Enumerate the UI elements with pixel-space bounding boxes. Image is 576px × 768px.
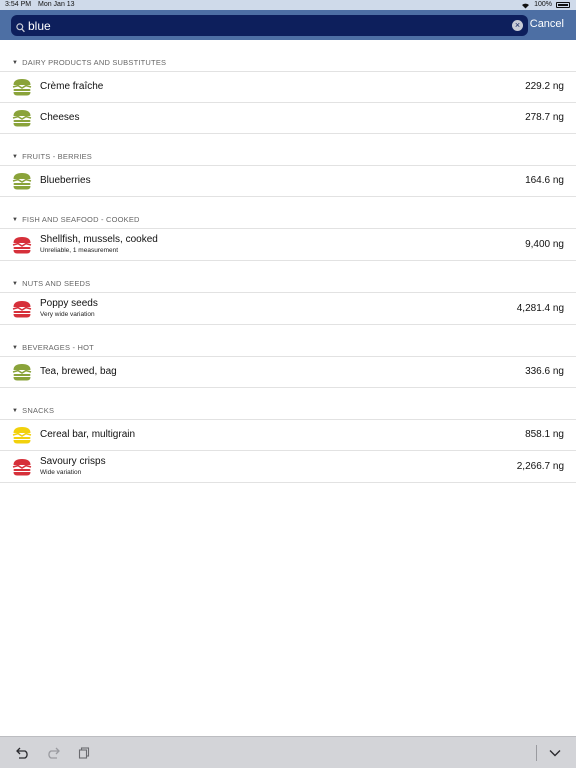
clear-search-icon[interactable]: × bbox=[512, 20, 523, 31]
food-row[interactable]: Cereal bar, multigrain 858.1 ng bbox=[0, 420, 576, 451]
food-name: Blueberries bbox=[40, 175, 91, 186]
cancel-button[interactable]: Cancel bbox=[530, 18, 564, 30]
toolbar-separator bbox=[536, 745, 537, 761]
disclosure-triangle-icon: ▼ bbox=[12, 280, 19, 287]
section-header[interactable]: ▼ SNACKS bbox=[0, 402, 576, 420]
food-name: Shellfish, mussels, cooked bbox=[40, 234, 158, 245]
food-note: Unreliable, 1 measurement bbox=[40, 247, 119, 254]
food-value: 9,400 ng bbox=[525, 238, 564, 250]
food-note: Wide variation bbox=[40, 469, 82, 476]
search-input[interactable] bbox=[28, 15, 508, 36]
section-title: FRUITS - BERRIES bbox=[22, 152, 93, 161]
wifi-icon bbox=[521, 2, 530, 9]
food-name: Savoury crisps bbox=[40, 456, 106, 467]
food-value: 4,281.4 ng bbox=[516, 302, 564, 314]
section-title: BEVERAGES - HOT bbox=[22, 343, 94, 352]
food-value: 278.7 ng bbox=[525, 112, 564, 123]
disclosure-triangle-icon: ▼ bbox=[12, 216, 19, 223]
food-value: 858.1 ng bbox=[525, 429, 564, 440]
search-navbar: × Cancel bbox=[0, 10, 576, 40]
food-name: Tea, brewed, bag bbox=[40, 366, 117, 377]
food-name: Crème fraîche bbox=[40, 81, 104, 92]
section-title: SNACKS bbox=[22, 406, 55, 415]
burger-green-icon bbox=[12, 362, 32, 382]
food-row[interactable]: Poppy seeds Very wide variation 4,281.4 ng bbox=[0, 293, 576, 325]
food-value: 336.6 ng bbox=[525, 366, 564, 377]
section-title: DAIRY PRODUCTS AND SUBSTITUTES bbox=[22, 58, 167, 67]
food-name: Cereal bar, multigrain bbox=[40, 429, 136, 440]
burger-red-icon bbox=[12, 299, 32, 319]
undo-icon[interactable] bbox=[16, 746, 30, 760]
burger-red-icon bbox=[12, 235, 32, 255]
search-icon bbox=[16, 20, 25, 38]
burger-green-icon bbox=[12, 171, 32, 191]
section-header[interactable]: ▼ BEVERAGES - HOT bbox=[0, 339, 576, 357]
status-bar: 3:54 PM Mon Jan 13 100% bbox=[0, 0, 576, 10]
battery-percent: 100% bbox=[534, 1, 552, 8]
food-row[interactable]: Crème fraîche 229.2 ng bbox=[0, 72, 576, 103]
food-row[interactable]: Cheeses 278.7 ng bbox=[0, 103, 576, 134]
disclosure-triangle-icon: ▼ bbox=[12, 344, 19, 351]
food-row[interactable]: Savoury crisps Wide variation 2,266.7 ng bbox=[0, 451, 576, 483]
food-value: 164.6 ng bbox=[525, 175, 564, 186]
burger-green-icon bbox=[12, 77, 32, 97]
food-row[interactable]: Tea, brewed, bag 336.6 ng bbox=[0, 357, 576, 388]
status-right: 100% bbox=[521, 0, 570, 10]
burger-green-icon bbox=[12, 108, 32, 128]
burger-yellow-icon bbox=[12, 425, 32, 445]
section-title: FISH AND SEAFOOD - COOKED bbox=[22, 215, 140, 224]
search-bar[interactable]: × bbox=[11, 15, 528, 36]
chevron-down-icon[interactable] bbox=[548, 746, 562, 760]
food-value: 229.2 ng bbox=[525, 81, 564, 92]
section-header[interactable]: ▼ DAIRY PRODUCTS AND SUBSTITUTES bbox=[0, 54, 576, 72]
disclosure-triangle-icon: ▼ bbox=[12, 407, 19, 414]
disclosure-triangle-icon: ▼ bbox=[12, 153, 19, 160]
food-name: Poppy seeds bbox=[40, 298, 98, 309]
results-list: ▼ DAIRY PRODUCTS AND SUBSTITUTES Crème fra… bbox=[0, 40, 576, 483]
clipboard-icon[interactable] bbox=[77, 746, 91, 760]
burger-red-icon bbox=[12, 457, 32, 477]
food-note: Very wide variation bbox=[40, 311, 95, 318]
status-time: 3:54 PM bbox=[5, 1, 32, 8]
food-row[interactable]: Shellfish, mussels, cooked Unreliable, 1 … bbox=[0, 229, 576, 261]
food-row[interactable]: Blueberries 164.6 ng bbox=[0, 166, 576, 197]
keyboard-toolbar bbox=[0, 736, 576, 768]
food-value: 2,266.7 ng bbox=[516, 460, 564, 472]
section-header[interactable]: ▼ NUTS AND SEEDS bbox=[0, 275, 576, 293]
section-header[interactable]: ▼ FISH AND SEAFOOD - COOKED bbox=[0, 211, 576, 229]
food-name: Cheeses bbox=[40, 112, 80, 123]
battery-icon bbox=[556, 2, 570, 8]
redo-icon[interactable] bbox=[46, 746, 60, 760]
status-date: Mon Jan 13 bbox=[38, 1, 75, 8]
section-title: NUTS AND SEEDS bbox=[22, 279, 91, 288]
section-header[interactable]: ▼ FRUITS - BERRIES bbox=[0, 148, 576, 166]
disclosure-triangle-icon: ▼ bbox=[12, 59, 19, 66]
